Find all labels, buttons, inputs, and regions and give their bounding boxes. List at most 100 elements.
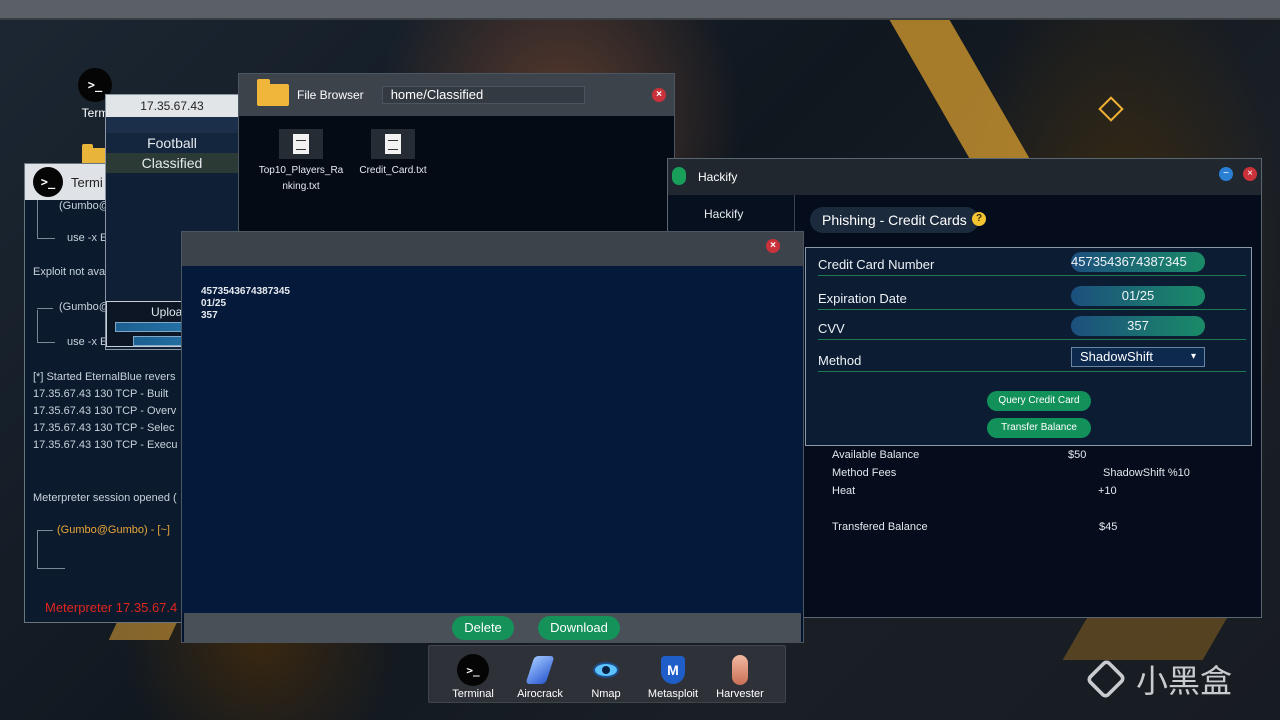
terminal-line: 17.35.67.43 130 TCP - Selec bbox=[33, 422, 175, 434]
dock-item-terminal[interactable]: >_ Terminal bbox=[441, 654, 505, 700]
text-viewer-content[interactable]: 4573543674387345 01/25 357 bbox=[182, 266, 803, 613]
dock-item-metasploit[interactable]: M Metasploit bbox=[641, 654, 705, 700]
sidebar-item-label: Hackify bbox=[704, 206, 744, 221]
section-title: Phishing - Credit Cards bbox=[810, 207, 979, 233]
method-label: Method bbox=[818, 353, 862, 368]
available-balance-value: $50 bbox=[1068, 449, 1087, 461]
close-button[interactable]: × bbox=[652, 88, 666, 102]
remote-host-title: 17.35.67.43 bbox=[106, 95, 238, 117]
tree-line bbox=[37, 530, 38, 568]
tree-line bbox=[37, 308, 53, 309]
sidebar-item-hackify[interactable]: Hackify bbox=[668, 195, 794, 233]
hackify-title: Hackify bbox=[698, 170, 738, 184]
terminal-line: [*] Started EternalBlue revers bbox=[33, 371, 176, 383]
folder-item-football[interactable]: Football bbox=[106, 133, 238, 153]
hackify-titlebar[interactable]: Hackify − × bbox=[668, 159, 1261, 195]
form-row-card-number: Credit Card Number 4573543674387345 bbox=[818, 250, 1246, 276]
nmap-eye-icon bbox=[590, 654, 622, 686]
heat-value: +10 bbox=[1098, 485, 1117, 497]
card-number-label: Credit Card Number bbox=[818, 257, 935, 272]
expiration-label: Expiration Date bbox=[818, 291, 907, 306]
watermark-logo-icon bbox=[1085, 658, 1127, 700]
text-viewer-window: × 4573543674387345 01/25 357 Delete Down… bbox=[181, 231, 804, 643]
text-file-icon bbox=[279, 129, 323, 159]
file-browser-title: File Browser bbox=[297, 88, 364, 102]
remote-host-toolbar bbox=[106, 117, 238, 133]
cvv-label: CVV bbox=[818, 321, 845, 336]
file-browser-titlebar[interactable]: File Browser home/Classified bbox=[239, 74, 674, 116]
credit-card-form: Credit Card Number 4573543674387345 Expi… bbox=[805, 247, 1252, 446]
card-number-field[interactable]: 4573543674387345 bbox=[1071, 252, 1205, 272]
terminal-line: Exploit not ava bbox=[33, 266, 106, 278]
folder-icon bbox=[257, 79, 289, 106]
dock-label: Terminal bbox=[452, 688, 494, 700]
dock-label: Harvester bbox=[716, 688, 764, 700]
terminal-prompt: (Gumbo@Gumbo) - [~] bbox=[57, 524, 170, 536]
wallpaper-accent-right bbox=[889, 20, 1031, 160]
cvv-field[interactable]: 357 bbox=[1071, 316, 1205, 336]
top-bar bbox=[0, 0, 1280, 20]
form-row-method: Method ShadowShift bbox=[818, 346, 1246, 372]
dock-label: Nmap bbox=[591, 688, 621, 700]
dock-label: Airocrack bbox=[517, 688, 563, 700]
expiration-field[interactable]: 01/25 bbox=[1071, 286, 1205, 306]
query-credit-card-button[interactable]: Query Credit Card bbox=[987, 391, 1091, 411]
terminal-line: 17.35.67.43 130 TCP - Overv bbox=[33, 405, 177, 417]
minimize-button[interactable]: − bbox=[1219, 167, 1233, 181]
watermark: 小黑盒 bbox=[1085, 656, 1233, 702]
tree-line bbox=[37, 342, 55, 343]
dock: >_ Terminal Airocrack Nmap M Metasploit … bbox=[428, 645, 786, 703]
watermark-text: 小黑盒 bbox=[1136, 663, 1233, 699]
content-line: 4573543674387345 bbox=[201, 286, 290, 297]
dock-item-harvester[interactable]: Harvester bbox=[708, 654, 772, 700]
help-icon[interactable]: ? bbox=[972, 212, 986, 226]
harvester-icon bbox=[724, 654, 756, 686]
metasploit-icon: M bbox=[657, 654, 689, 686]
transfered-balance-value: $45 bbox=[1099, 521, 1118, 533]
text-file-icon bbox=[371, 129, 415, 159]
form-row-expiration: Expiration Date 01/25 bbox=[818, 284, 1246, 310]
terminal-line: use -x E bbox=[67, 232, 108, 244]
download-button[interactable]: Download bbox=[538, 616, 620, 640]
hackify-logo-icon bbox=[672, 167, 686, 185]
upload-label: Uploa bbox=[151, 305, 183, 319]
file-name: Credit_Card.txt bbox=[359, 165, 427, 176]
terminal-line: use -x E bbox=[67, 336, 108, 348]
file-name: Top10_Players_Ranking.txt bbox=[258, 165, 344, 192]
content-line: 357 bbox=[201, 310, 218, 321]
tree-line bbox=[37, 310, 38, 342]
path-field[interactable]: home/Classified bbox=[381, 86, 585, 104]
delete-button[interactable]: Delete bbox=[452, 616, 514, 640]
dock-item-nmap[interactable]: Nmap bbox=[574, 654, 638, 700]
dock-label: Metasploit bbox=[647, 688, 699, 700]
transfered-balance-label: Transfered Balance bbox=[832, 521, 928, 533]
terminal-line: 17.35.67.43 130 TCP - Execu bbox=[33, 439, 178, 451]
terminal-line: Meterpreter session opened ( bbox=[33, 492, 177, 504]
close-button[interactable]: × bbox=[766, 239, 780, 253]
terminal-line: (Gumbo@ bbox=[59, 301, 110, 313]
wallpaper-accent-diamond bbox=[1098, 96, 1124, 122]
heat-label: Heat bbox=[832, 485, 856, 497]
meterpreter-line: Meterpreter 17.35.67.4 bbox=[45, 600, 178, 615]
file-top10-players[interactable]: Top10_Players_Ranking.txt bbox=[255, 129, 347, 195]
tree-line bbox=[37, 238, 55, 239]
terminal-icon: >_ bbox=[33, 167, 63, 197]
file-credit-card[interactable]: Credit_Card.txt bbox=[347, 129, 439, 179]
folder-item-classified[interactable]: Classified bbox=[106, 153, 238, 173]
terminal-line: (Gumbo@ bbox=[59, 200, 110, 212]
method-select[interactable]: ShadowShift bbox=[1071, 347, 1205, 367]
tree-line bbox=[37, 568, 65, 569]
text-viewer-footer: Delete Download bbox=[184, 613, 801, 643]
dock-item-airocrack[interactable]: Airocrack bbox=[508, 654, 572, 700]
airocrack-icon bbox=[524, 654, 556, 686]
method-fees-value: ShadowShift %10 bbox=[1103, 467, 1190, 479]
transfer-balance-button[interactable]: Transfer Balance bbox=[987, 418, 1091, 438]
text-viewer-titlebar[interactable]: × bbox=[182, 232, 803, 266]
content-line: 01/25 bbox=[201, 298, 227, 309]
close-button[interactable]: × bbox=[1243, 167, 1257, 181]
form-row-cvv: CVV 357 bbox=[818, 314, 1246, 340]
terminal-title: Termi bbox=[71, 174, 103, 190]
available-balance-label: Available Balance bbox=[832, 449, 920, 461]
terminal-icon: >_ bbox=[457, 654, 489, 686]
tree-line bbox=[37, 200, 38, 238]
